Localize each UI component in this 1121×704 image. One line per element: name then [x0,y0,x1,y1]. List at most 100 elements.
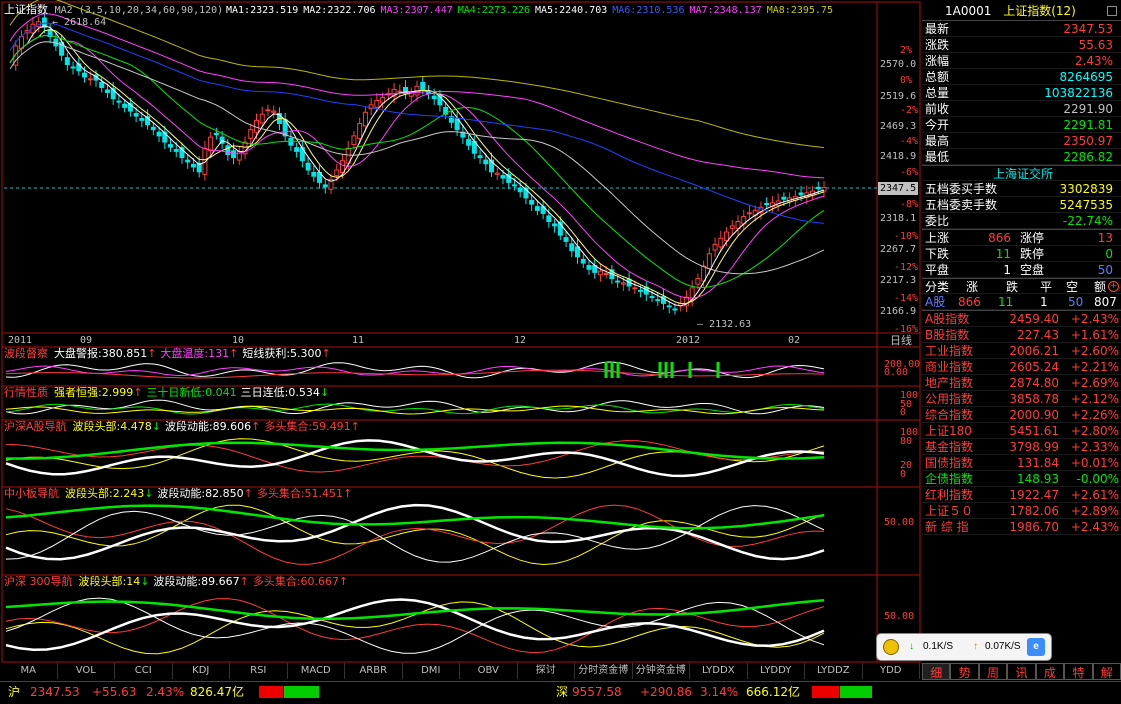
chart-frame [1,1,921,663]
index-row[interactable]: 基金指数 3798.99 +2.33% [922,439,1121,455]
candle-body [546,215,552,222]
period-label[interactable]: 日线 [890,334,912,347]
indicator-value: 三十日新低:0.041 [146,386,237,399]
class-cell: 807 [1094,295,1117,309]
quote-row: 总量 103822136 [922,85,1121,101]
indicator-tab[interactable]: 探讨 [518,663,575,679]
pct-tick: -2% [900,105,919,116]
status-bar: 沪 2347.53 +55.63 2.43% 826.47亿 深 9557.58… [0,681,1121,704]
date-tick: 09 [80,335,93,346]
index-row[interactable]: 工业指数 2006.21 +2.60% [922,343,1121,359]
candle-body [374,100,380,108]
indicator-tab[interactable]: OBV [460,663,518,679]
panel-tab[interactable]: 势 [950,663,979,680]
stock-badge: (12) [1051,4,1076,18]
class-cell: 1 [1040,295,1048,309]
order-label: 五档委卖手数 [925,198,998,212]
ma-value: MA8:2395.75 [766,5,833,16]
candle-body [431,95,437,100]
download-speed: 0.1K/S [923,641,954,652]
close-box-icon[interactable] [1107,6,1117,16]
indicator-tab[interactable]: YDD [863,663,920,679]
candle-body [666,305,672,308]
quote-row: 前收 2291.90 [922,101,1121,117]
indicator-name[interactable]: 行情性质 [4,386,48,399]
index-row[interactable]: 上证180 5451.61 +2.80% [922,423,1121,439]
indicator-tab[interactable]: MA [0,663,58,679]
add-icon[interactable]: + [1108,281,1119,292]
breadth-value: 1 [1003,263,1011,277]
indicator-tab[interactable]: LYDDX [690,663,748,679]
indicator-tab[interactable]: KDJ [173,663,230,679]
index-row[interactable]: B股指数 227.43 +1.61% [922,327,1121,343]
index-row[interactable]: 企债指数 148.93 -0.00% [922,471,1121,487]
index-name: B股指数 [925,328,970,342]
index-row[interactable]: 公用指数 3858.78 +2.12% [922,391,1121,407]
panel-tab[interactable]: 特 [1064,663,1093,680]
indicator-tab[interactable]: DMI [403,663,460,679]
panel-tab[interactable]: 周 [978,663,1008,680]
indicator-tab[interactable]: 分钟资金博 [633,663,690,679]
indicator-name[interactable]: 沪深 300导航 [4,575,73,588]
indicator-tab[interactable]: RSI [230,663,288,679]
index-row[interactable]: 综合指数 2000.90 +2.26% [922,407,1121,423]
class-header-cell: 涨 [966,280,979,294]
sh-amount: 826.47亿 [190,685,244,699]
quote-label: 最低 [925,150,950,164]
candle-body [815,186,821,190]
indicator-tab[interactable]: MACD [288,663,345,679]
candle-body [339,160,345,173]
indicator-arrow: ↑ [133,386,143,399]
indicator-tab[interactable]: ARBR [345,663,403,679]
indicator-name[interactable]: 中小板导航 [4,487,59,500]
breadth-value: 50 [1097,263,1113,277]
indicator-tab[interactable]: LYDDY [748,663,805,679]
index-row[interactable]: 新 综 指 1986.70 +2.43% [922,519,1121,535]
class-cell: 50 [1068,295,1084,309]
indicator-line [5,440,825,473]
indicator-tab[interactable]: 分时资金博 [575,663,633,679]
quote-label: 前收 [925,102,950,116]
indicator-tab[interactable]: VOL [58,663,115,679]
order-label: 五档委买手数 [925,182,998,196]
date-tick: 2012 [676,335,701,346]
order-row: 五档委卖手数 5247535 [922,197,1121,213]
candle-body [706,253,712,270]
order-row: 委比 -22.74% [922,213,1121,229]
indicator-value: 大盘温度:131 [160,347,230,360]
indicator-tab[interactable]: CCI [115,663,173,679]
index-percent: +2.69% [1070,376,1119,390]
index-row[interactable]: 商业指数 2605.24 +2.21% [922,359,1121,375]
indicator-tab[interactable]: LYDDZ [805,663,863,679]
panel-tab[interactable]: 解 [1092,663,1121,680]
indicator-name[interactable]: 波段督察 [4,347,48,360]
class-row[interactable]: A股 866 11 1 50 807 [922,294,1121,310]
index-row[interactable]: A股指数 2459.40 +2.43% [922,311,1121,327]
index-row[interactable]: 国债指数 131.84 +0.01% [922,455,1121,471]
pct-tick: -10% [894,231,919,242]
candle-body [632,287,638,290]
network-speed-widget[interactable]: ↓ 0.1K/S ↑ 0.07K/S e [876,633,1052,661]
breadth-row: 上涨 866 涨停 13 [922,230,1121,246]
index-name: 上证180 [925,424,972,438]
indicator-name[interactable]: 沪深A股导航 [4,420,67,433]
candle-body [104,89,110,93]
index-row[interactable]: 地产指数 2874.80 +2.69% [922,375,1121,391]
sz-breadth-bar [812,686,872,698]
index-name: 企债指数 [925,472,974,486]
candle-body [259,113,265,124]
panel-tab[interactable]: 讯 [1007,663,1036,680]
candle-body [420,82,426,90]
panel-tab[interactable]: 成 [1035,663,1065,680]
index-row[interactable]: 红利指数 1922.47 +2.61% [922,487,1121,503]
kline-chart[interactable] [0,0,921,663]
indicator-header: 沪深 300导航 波段头部:14↓ 波段动能:89.667↑ 多头集合:60.667↑ [4,575,352,588]
browser-icon[interactable]: e [1027,638,1045,656]
panel-tab[interactable]: 细 [922,663,951,680]
index-percent: +2.43% [1070,520,1119,534]
index-row[interactable]: 上证５０ 1782.06 +2.89% [922,503,1121,519]
quote-label: 最高 [925,134,950,148]
indicator-value: 波段动能:89.606 [164,420,252,433]
index-name: 地产指数 [925,376,974,390]
candle-body [552,223,558,227]
